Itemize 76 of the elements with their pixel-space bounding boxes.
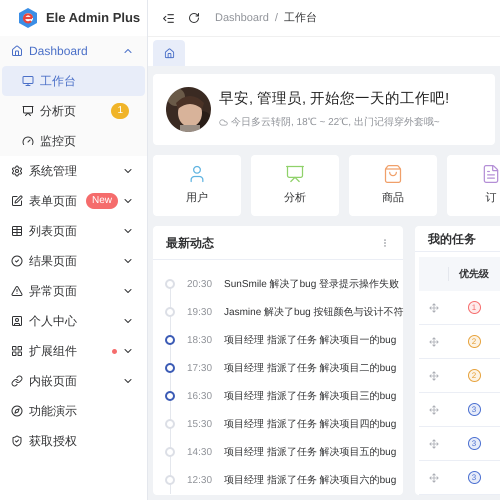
shortcut-card[interactable]: 分析 — [251, 155, 339, 216]
menu-item[interactable]: 结果页面 — [0, 246, 147, 276]
activity-text: 项目经理 指派了任务 解决项目一的bug — [224, 334, 396, 348]
monitor-icon — [22, 75, 34, 87]
compass-icon — [11, 405, 23, 417]
user-card-icon — [11, 315, 23, 327]
gauge-icon — [22, 135, 34, 147]
link-icon — [11, 375, 23, 387]
menu-item[interactable]: 扩展组件 — [0, 336, 147, 366]
pen-square-icon — [11, 195, 23, 207]
submenu-item[interactable]: 监控页 — [2, 126, 145, 156]
logo-icon — [18, 7, 38, 29]
grid-icon — [11, 345, 23, 357]
check-circle-icon — [11, 255, 23, 267]
weather-text: 今日多云转阴, 18℃ ~ 22℃, 出门记得穿外套哦~ — [231, 116, 440, 130]
refresh-icon[interactable] — [188, 12, 200, 24]
drag-handle-icon[interactable] — [429, 336, 439, 346]
menu-item[interactable]: Dashboard — [0, 36, 147, 66]
priority-badge: 3 — [468, 437, 480, 450]
column-header: 优先级 — [458, 268, 490, 282]
menu-item[interactable]: 异常页面 — [0, 276, 147, 306]
activity-time: 20:30 — [187, 278, 212, 292]
activity-time: 15:30 — [187, 418, 212, 432]
menu-item[interactable]: 列表页面 — [0, 216, 147, 246]
activity-text: 项目经理 指派了任务 解决项目二的bug — [224, 362, 396, 376]
house-icon — [11, 45, 23, 57]
badge: 1 — [111, 103, 129, 119]
menu-item[interactable]: 表单页面 New — [0, 186, 147, 216]
drag-handle-icon[interactable] — [429, 438, 439, 448]
priority-badge: 3 — [468, 403, 480, 416]
activity-time: 14:30 — [187, 446, 212, 460]
menu-item[interactable]: 获取授权 — [0, 426, 147, 456]
shield-check-icon — [11, 435, 23, 447]
activity-text: 项目经理 指派了任务 解决项目三的bug — [224, 390, 396, 404]
welcome-title: 早安, 管理员, 开始您一天的工作吧! — [219, 90, 450, 110]
card-title: 我的任务 — [428, 230, 476, 248]
badge: New — [86, 193, 118, 209]
shortcut-card[interactable]: 用户 — [153, 155, 241, 216]
breadcrumb-separator: / — [274, 10, 278, 26]
priority-badge: 3 — [468, 471, 480, 484]
drag-handle-icon[interactable] — [429, 404, 439, 414]
table-icon — [11, 225, 23, 237]
priority-badge: 2 — [468, 369, 480, 382]
activity-text: Jasmine 解决了bug 按钮颜色与设计不符 — [224, 306, 404, 320]
activity-time: 16:30 — [187, 390, 212, 404]
drag-handle-icon[interactable] — [429, 302, 439, 312]
activity-time: 19:30 — [187, 306, 212, 320]
submenu-item[interactable]: 工作台 — [2, 66, 145, 96]
activity-text: 项目经理 指派了任务 解决项目五的bug — [224, 446, 396, 460]
app-title: Ele Admin Plus — [46, 9, 140, 28]
warning-icon — [11, 285, 23, 297]
gear-icon — [11, 165, 23, 177]
priority-badge: 2 — [468, 335, 480, 348]
collapse-icon[interactable] — [162, 12, 175, 24]
drag-handle-icon[interactable] — [429, 370, 439, 380]
menu-item[interactable]: 系统管理 — [0, 156, 147, 186]
priority-badge: 1 — [468, 301, 480, 314]
menu-item[interactable]: 内嵌页面 — [0, 366, 147, 396]
menu-item[interactable]: 功能演示 — [0, 396, 147, 426]
activity-text: 项目经理 指派了任务 解决项目四的bug — [224, 418, 396, 432]
activity-text: 项目经理 指派了任务 解决项目六的bug — [224, 474, 396, 488]
shortcut-card[interactable]: 订 — [447, 155, 500, 216]
activity-text: SunSmile 解决了bug 登录提示操作失败 — [224, 278, 400, 292]
home-tab[interactable] — [153, 40, 185, 66]
card-title: 最新动态 — [166, 234, 214, 252]
presentation-icon — [22, 105, 34, 117]
activity-time: 17:30 — [187, 362, 212, 376]
submenu-item[interactable]: 分析页 1 — [2, 96, 145, 126]
shortcut-card[interactable]: 商品 — [349, 155, 437, 216]
cloud-icon — [219, 118, 228, 127]
activity-time: 12:30 — [187, 474, 212, 488]
menu-item[interactable]: 个人中心 — [0, 306, 147, 336]
drag-handle-icon[interactable] — [429, 472, 439, 482]
breadcrumb-link[interactable]: 工作台 — [284, 10, 317, 26]
house-icon — [164, 48, 174, 58]
activity-time: 18:30 — [187, 334, 212, 348]
